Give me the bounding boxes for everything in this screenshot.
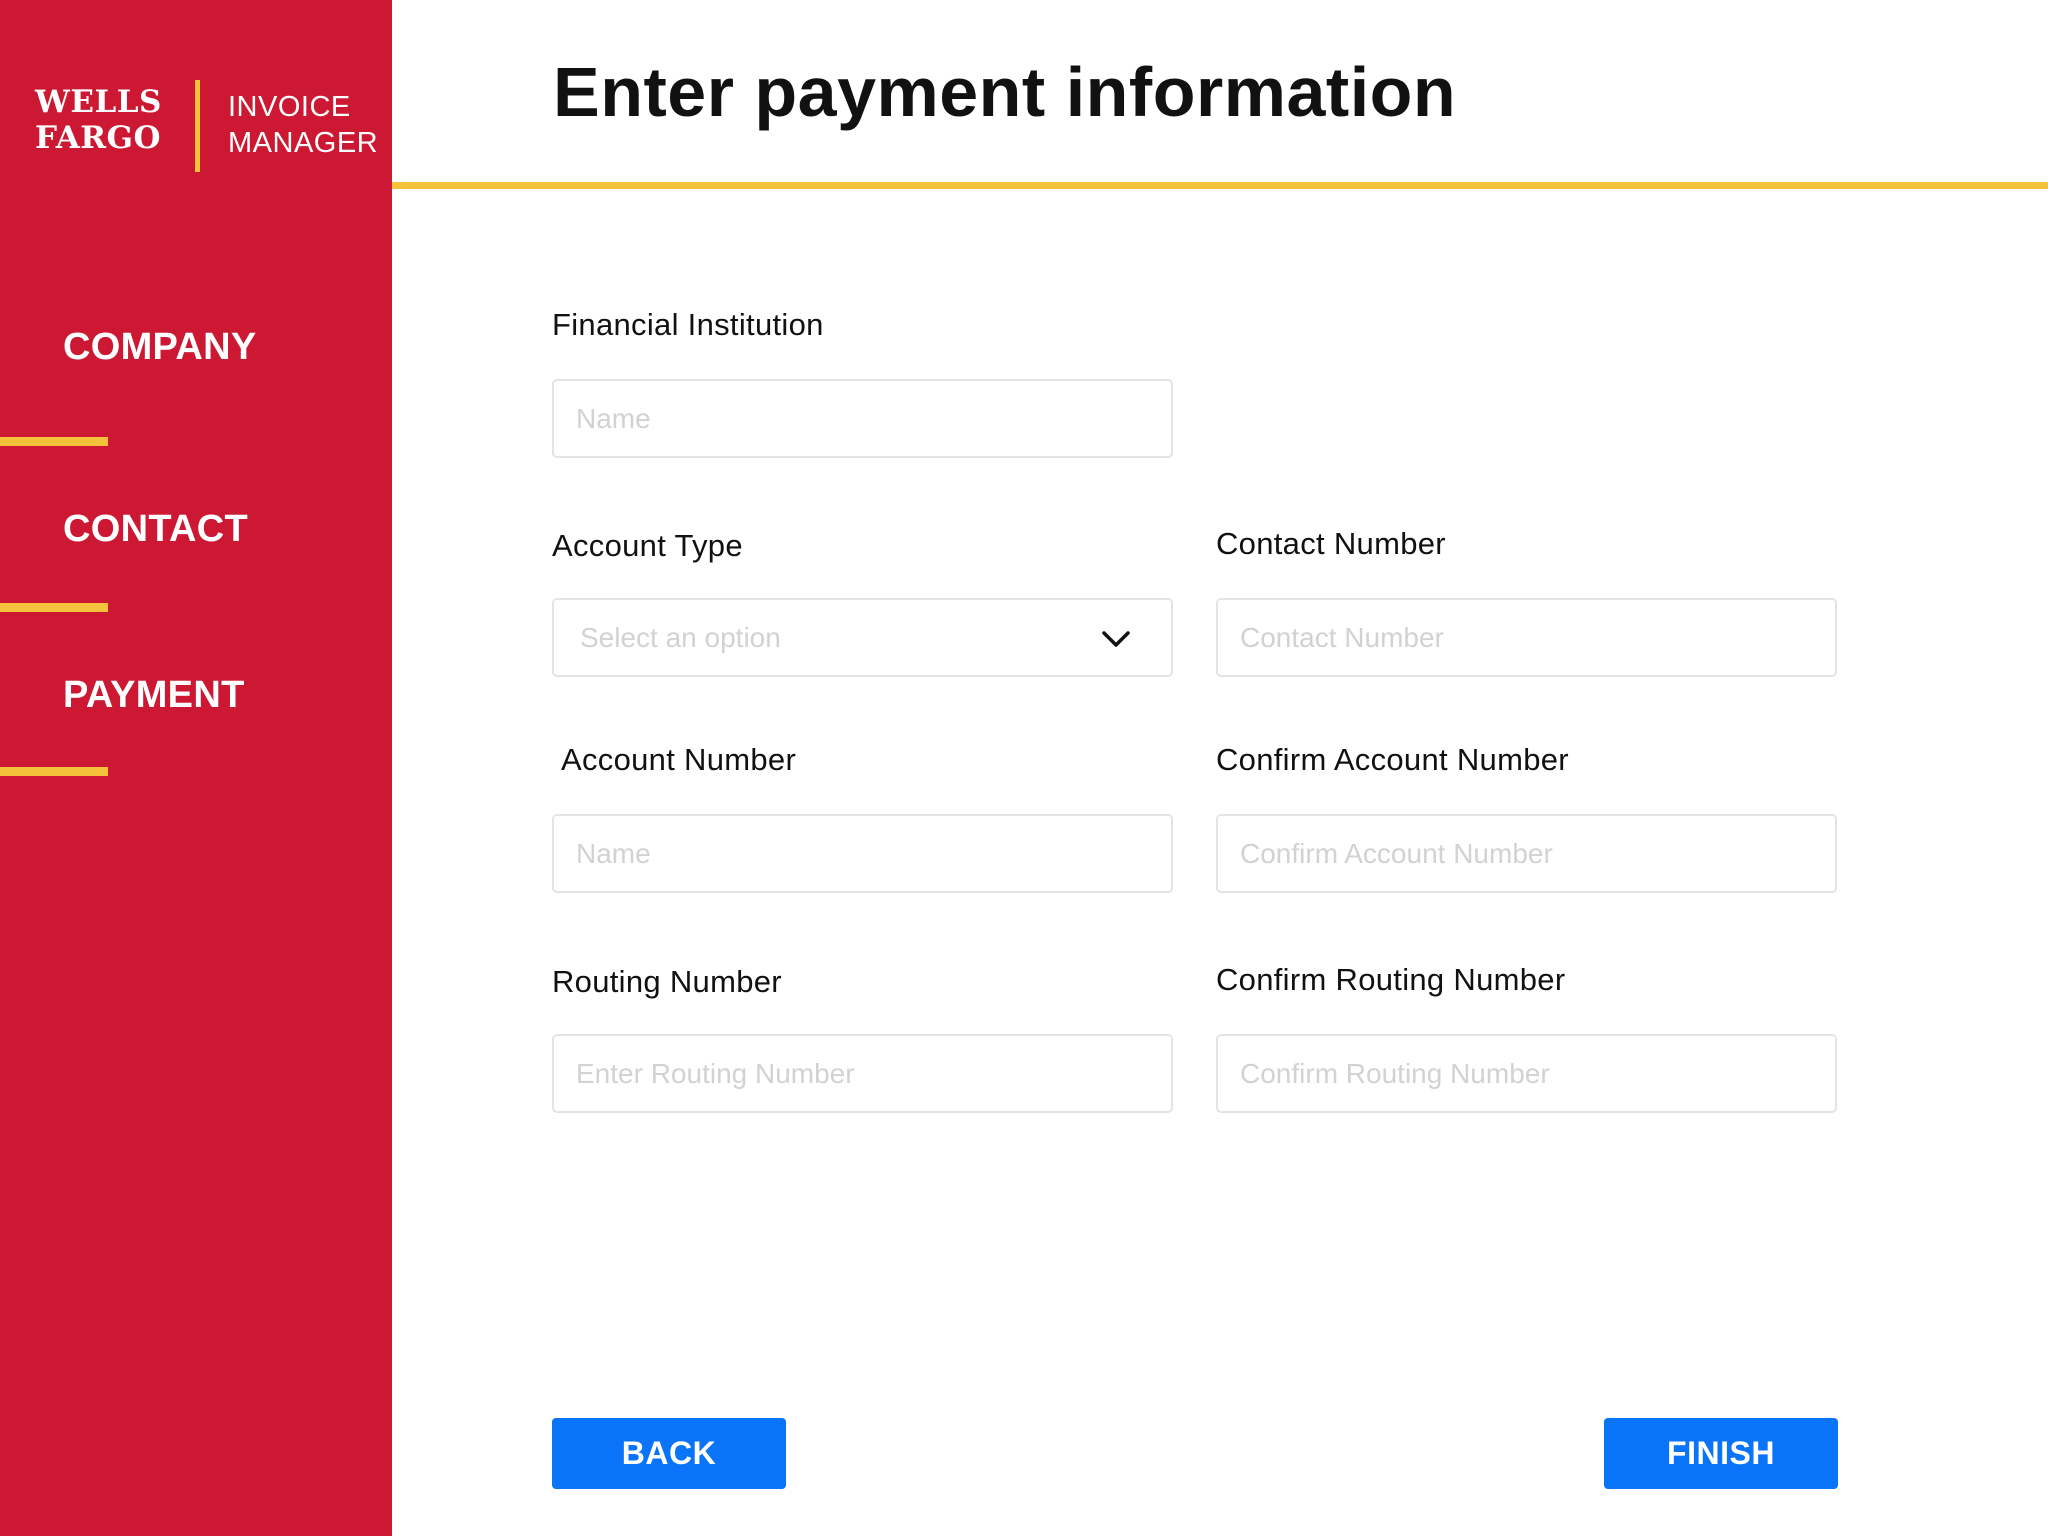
brand-line-2: FARGO xyxy=(35,120,161,156)
product-line-2: MANAGER xyxy=(228,127,379,159)
account-type-label: Account Type xyxy=(552,528,743,563)
routing-number-input[interactable] xyxy=(552,1034,1173,1113)
account-type-placeholder: Select an option xyxy=(580,622,781,653)
routing-number-label: Routing Number xyxy=(552,964,782,999)
logo: WELLS FARGO INVOICE MANAGER xyxy=(35,80,378,172)
app-root: WELLS FARGO INVOICE MANAGER COMPANY CONT… xyxy=(0,0,2048,1536)
header-divider xyxy=(392,182,2048,189)
back-button[interactable]: BACK xyxy=(552,1418,786,1489)
page-title: Enter payment information xyxy=(553,53,1457,131)
product-line-1: INVOICE xyxy=(228,91,351,123)
sidebar-item-contact[interactable]: CONTACT xyxy=(63,508,248,551)
confirm-routing-number-input[interactable] xyxy=(1216,1034,1837,1113)
financial-institution-input[interactable] xyxy=(552,379,1173,458)
chevron-down-icon xyxy=(1102,631,1130,647)
financial-institution-label: Financial Institution xyxy=(552,307,824,342)
finish-button[interactable]: FINISH xyxy=(1604,1418,1838,1489)
sidebar-item-company-underline xyxy=(0,437,108,446)
account-number-input[interactable] xyxy=(552,814,1173,893)
contact-number-label: Contact Number xyxy=(1216,526,1446,561)
brand-line-1: WELLS xyxy=(35,84,162,120)
confirm-account-number-label: Confirm Account Number xyxy=(1216,742,1569,777)
sidebar: WELLS FARGO INVOICE MANAGER COMPANY CONT… xyxy=(0,0,392,1536)
logo-divider xyxy=(195,80,200,172)
confirm-account-number-input[interactable] xyxy=(1216,814,1837,893)
account-type-select[interactable]: Select an option xyxy=(552,598,1173,677)
contact-number-input[interactable] xyxy=(1216,598,1837,677)
brand-wordmark: WELLS FARGO xyxy=(35,84,162,156)
sidebar-item-payment-underline xyxy=(0,767,108,776)
account-number-label: Account Number xyxy=(561,742,797,777)
sidebar-item-contact-underline xyxy=(0,603,108,612)
confirm-routing-number-label: Confirm Routing Number xyxy=(1216,962,1566,997)
product-name: INVOICE MANAGER xyxy=(228,89,378,161)
sidebar-item-company[interactable]: COMPANY xyxy=(63,326,257,369)
sidebar-item-payment[interactable]: PAYMENT xyxy=(63,674,245,717)
